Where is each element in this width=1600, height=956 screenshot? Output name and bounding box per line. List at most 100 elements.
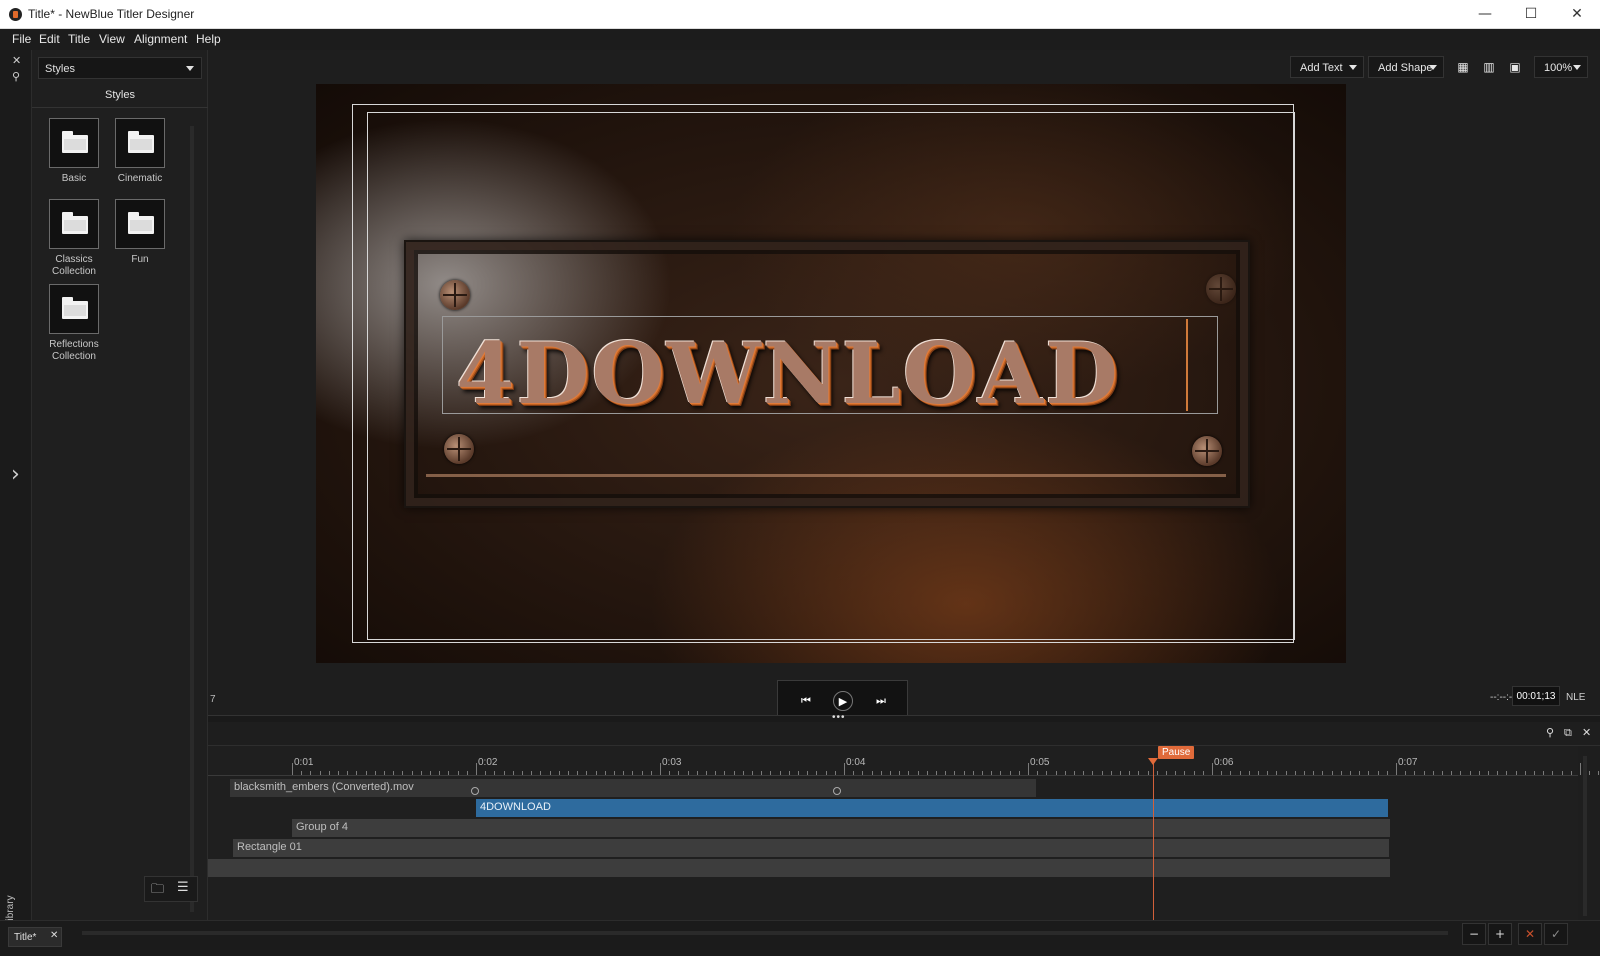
menu-file[interactable]: File (12, 32, 31, 46)
ruler-label: 0:05 (1030, 757, 1050, 768)
nle-mode-label[interactable]: NLE (1566, 692, 1585, 703)
minimize-button[interactable]: — (1462, 0, 1508, 29)
library-category-dropdown[interactable]: Styles (38, 57, 202, 79)
ruler-tick (448, 771, 450, 775)
ruler-tick (485, 771, 487, 775)
ruler-tick (466, 771, 468, 775)
track-group[interactable]: Group of 4 (292, 819, 1390, 837)
menu-help[interactable]: Help (196, 32, 221, 46)
expand-chevron-icon[interactable]: › (11, 462, 20, 487)
zoom-out-button[interactable]: − (1462, 923, 1486, 945)
ruler-label: 0:02 (478, 757, 498, 768)
bolt-top-left (440, 280, 470, 310)
library-item-label: Basic (61, 173, 87, 184)
add-shape-button[interactable]: Add Shape (1368, 56, 1444, 78)
library-heading: Styles (32, 88, 208, 108)
ruler-tick (1064, 771, 1066, 775)
pin-icon[interactable]: ⚲ (1546, 726, 1554, 739)
library-item-cinematic[interactable]: Cinematic (110, 118, 170, 185)
track-background-video[interactable]: blacksmith_embers (Converted).mov (230, 779, 1036, 797)
add-text-button[interactable]: Add Text (1290, 56, 1364, 78)
chevron-down-icon (1429, 65, 1437, 70)
ruler-tick (1230, 771, 1232, 775)
playhead-handle[interactable] (1148, 758, 1158, 765)
ruler-tick (393, 771, 395, 775)
maximize-button[interactable]: ☐ (1508, 0, 1554, 29)
ruler-label: 0:03 (662, 757, 682, 768)
pin-icon[interactable]: ⚲ (12, 70, 20, 83)
new-folder-icon[interactable]: 🗀 (151, 880, 164, 902)
ruler-tick (374, 771, 376, 775)
ruler-tick (650, 771, 652, 775)
title-text[interactable]: 4DOWNLOAD (456, 329, 1176, 419)
ruler-tick (411, 771, 413, 775)
list-view-icon[interactable]: ☰ (177, 880, 189, 895)
document-tab-label: Title* (14, 932, 37, 943)
safe-area-toggle-icon[interactable]: ▣ (1502, 56, 1528, 78)
playhead-line[interactable] (1153, 760, 1154, 920)
menu-title[interactable]: Title (68, 32, 90, 46)
ruler-tick (420, 771, 422, 775)
menu-alignment[interactable]: Alignment (134, 32, 187, 46)
track-empty[interactable] (208, 859, 1390, 877)
cancel-icon[interactable]: ✕ (1518, 923, 1542, 945)
skip-forward-icon[interactable]: ⏭ (871, 691, 891, 711)
timeline-vertical-scrollbar[interactable] (1583, 756, 1587, 916)
ruler-tick (1083, 771, 1085, 775)
preview-canvas[interactable]: 4DOWNLOAD (316, 84, 1346, 663)
ruler-tick (1386, 771, 1388, 775)
ruler-tick (604, 771, 606, 775)
zoom-in-button[interactable]: + (1488, 923, 1512, 945)
ruler-tick (1313, 771, 1315, 775)
confirm-icon[interactable]: ✓ (1544, 923, 1568, 945)
timeline-splitter[interactable] (208, 715, 1600, 722)
timeline-header: ⚲ ⧉ ✕ (208, 722, 1600, 746)
skip-back-icon[interactable]: ⏮ (796, 691, 816, 711)
library-item-classics[interactable]: Classics Collection (44, 199, 104, 278)
library-item-basic[interactable]: Basic (44, 118, 104, 185)
ruler-label: 0:04 (846, 757, 866, 768)
ruler-tick (696, 771, 698, 775)
timeline-horizontal-scrollbar[interactable] (82, 931, 1448, 935)
zoom-dropdown[interactable]: 100% (1534, 56, 1588, 78)
menu-edit[interactable]: Edit (39, 32, 60, 46)
keyframe-marker[interactable] (471, 787, 479, 795)
ruler-tick (991, 771, 993, 775)
ruler-tick (540, 771, 542, 775)
timeline-start-marker: 7 (210, 694, 216, 705)
close-timeline-icon[interactable]: ✕ (1582, 726, 1591, 739)
timeline-ruler[interactable]: 0:01 0:02 0:03 0:04 0:05 0:06 0:07 (208, 756, 1600, 776)
current-timecode[interactable]: 00:01;13 (1512, 686, 1560, 706)
grid-toggle-icon[interactable]: ▦ (1450, 56, 1476, 78)
ruler-tick (1469, 771, 1471, 775)
ruler-tick (742, 771, 744, 775)
float-panel-icon[interactable]: ⧉ (1564, 726, 1572, 740)
ruler-tick (1101, 771, 1103, 775)
menu-view[interactable]: View (99, 32, 125, 46)
track-rectangle[interactable]: Rectangle 01 (233, 839, 1389, 857)
play-button[interactable]: ▶ (833, 691, 853, 711)
ruler-tick (1497, 771, 1499, 775)
close-panel-icon[interactable]: ✕ (12, 54, 21, 67)
ruler-tick (678, 771, 680, 775)
ruler-tick (1405, 771, 1407, 775)
add-text-label: Add Text (1300, 62, 1343, 74)
ruler-tick (402, 771, 404, 775)
ruler-tick (430, 771, 431, 775)
library-item-fun[interactable]: Fun (110, 199, 170, 266)
library-item-reflections[interactable]: Reflections Collection (44, 284, 104, 363)
ruler-tick (1340, 771, 1342, 775)
keyframe-marker[interactable] (833, 787, 841, 795)
library-scrollbar[interactable] (190, 126, 194, 912)
ruler-tick (899, 771, 901, 775)
ruler-tick (1460, 771, 1462, 775)
ruler-tick (908, 771, 910, 775)
ruler-toggle-icon[interactable]: ▥ (1476, 56, 1502, 78)
track-title-text-selected[interactable]: 4DOWNLOAD (476, 799, 1388, 817)
playhead-marker-label[interactable]: Pause (1158, 746, 1195, 759)
ruler-tick (1515, 771, 1517, 775)
tab-close-icon[interactable]: ✕ (50, 930, 58, 941)
ruler-tick (1451, 771, 1453, 775)
ruler-tick (1276, 771, 1278, 775)
close-button[interactable]: ✕ (1554, 0, 1600, 29)
